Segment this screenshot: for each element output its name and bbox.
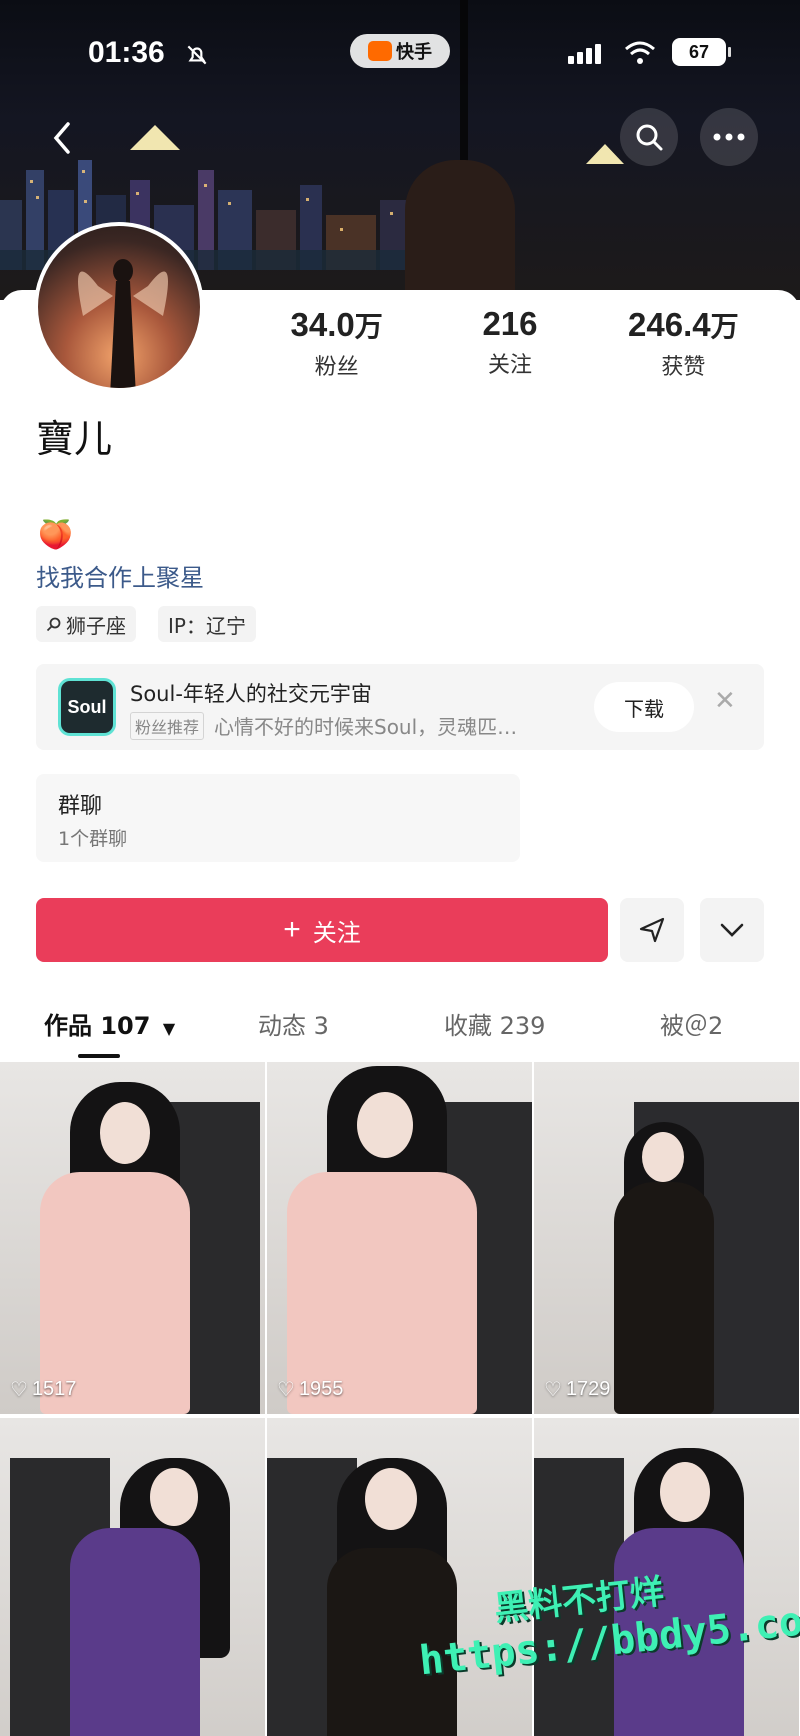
ad-title: Soul-年轻人的社交元宇宙 (130, 682, 372, 706)
following-stat[interactable]: 216 关注 (423, 305, 596, 381)
heart-outline-icon: ♡ (10, 1379, 28, 1401)
sponsored-app-card[interactable]: Soul Soul-年轻人的社交元宇宙 粉丝推荐 心情不好的时候来Soul，灵魂… (36, 664, 764, 750)
tab-mentions[interactable]: 被＠2 (660, 1006, 723, 1041)
back-button[interactable] (40, 112, 84, 164)
status-bar: 01:36 快手 67 (0, 34, 800, 74)
heart-outline-icon: ♡ (277, 1379, 295, 1401)
ip-location-tag: IP：辽宁 (158, 606, 256, 642)
wifi-icon (625, 41, 655, 64)
woman-silhouette-image (405, 160, 515, 300)
content-tabs: 作品 107 ▼ 动态 3 收藏 239 被＠2 (0, 1006, 800, 1056)
zodiac-label: 狮子座 (66, 613, 126, 638)
post-thumbnail[interactable] (267, 1418, 532, 1736)
tab-works[interactable]: 作品 107 ▼ (44, 1006, 175, 1041)
kuaishou-badge[interactable]: 快手 (350, 34, 450, 68)
follow-label: 关注 (312, 919, 361, 947)
status-time: 01:36 (88, 36, 165, 69)
dress-figure (614, 1182, 714, 1414)
bio-emoji: 🍑 (38, 518, 73, 551)
post-thumbnail[interactable]: ♡ 1517 (0, 1062, 265, 1414)
dress-figure (70, 1528, 200, 1736)
followers-label: 粉丝 (314, 355, 359, 380)
likes-stat[interactable]: 246.4万 获赞 (597, 305, 770, 381)
bio-link[interactable]: 找我合作上聚星 (36, 558, 204, 593)
lamp-image (130, 125, 180, 150)
followers-stat[interactable]: 34.0万 粉丝 (250, 305, 423, 381)
zodiac-tag[interactable]: 狮子座 (36, 606, 136, 642)
post-thumbnail[interactable]: ♡ 1729 (534, 1062, 799, 1414)
ad-description: 心情不好的时候来Soul，灵魂匹… (214, 715, 518, 739)
group-chat-count: 1个群聊 (58, 828, 128, 850)
plus-icon: + (283, 913, 301, 946)
like-count: ♡ 1517 (10, 1378, 77, 1401)
close-icon[interactable]: ✕ (714, 686, 736, 716)
ip-location-label: IP：辽宁 (168, 613, 246, 638)
caret-down-icon: ▼ (162, 1019, 176, 1038)
group-chat-title: 群聊 (58, 794, 103, 819)
kuaishou-label: 快手 (396, 42, 432, 63)
ad-badge: 粉丝推荐 (130, 712, 205, 740)
active-tab-indicator (78, 1054, 120, 1058)
send-icon (639, 917, 665, 943)
search-button[interactable] (620, 108, 678, 166)
likes-unit: 万 (710, 310, 739, 343)
tab-works-label: 作品 107 (44, 1012, 151, 1040)
following-count: 216 (482, 305, 538, 342)
likes-label: 获赞 (661, 355, 706, 380)
soul-app-logo: Soul (58, 678, 116, 736)
tab-moments[interactable]: 动态 3 (258, 1006, 329, 1041)
more-button[interactable] (700, 108, 758, 166)
followers-unit: 万 (354, 310, 383, 343)
followers-count: 34.0 (290, 306, 355, 343)
profile-stats: 34.0万 粉丝 216 关注 246.4万 获赞 (250, 305, 770, 381)
download-button[interactable]: 下载 (594, 682, 694, 732)
battery-indicator: 67 (672, 38, 731, 66)
avatar[interactable] (34, 222, 204, 392)
avatar-image (78, 259, 168, 388)
tab-favorites[interactable]: 收藏 239 (444, 1006, 545, 1041)
message-button[interactable] (620, 898, 684, 962)
chevron-down-icon (720, 923, 744, 937)
heart-outline-icon: ♡ (544, 1379, 562, 1401)
kuaishou-logo-icon (368, 41, 392, 61)
more-options-button[interactable] (700, 898, 764, 962)
follow-button[interactable]: + 关注 (36, 898, 608, 962)
like-count: ♡ 1955 (277, 1378, 344, 1401)
profile-name: 寶儿 (36, 417, 113, 461)
post-thumbnail[interactable] (0, 1418, 265, 1736)
chevron-left-icon (53, 122, 70, 154)
search-small-icon (46, 617, 61, 632)
more-dots-icon (713, 133, 745, 141)
following-label: 关注 (487, 353, 532, 378)
group-chat-card[interactable]: 群聊 1个群聊 (36, 774, 520, 862)
mute-bell-icon (187, 45, 207, 65)
like-count: ♡ 1729 (544, 1378, 611, 1401)
search-icon (636, 124, 663, 151)
post-thumbnail[interactable]: ♡ 1955 (267, 1062, 532, 1414)
likes-count: 246.4 (628, 306, 711, 343)
cellular-signal-icon (568, 44, 601, 64)
